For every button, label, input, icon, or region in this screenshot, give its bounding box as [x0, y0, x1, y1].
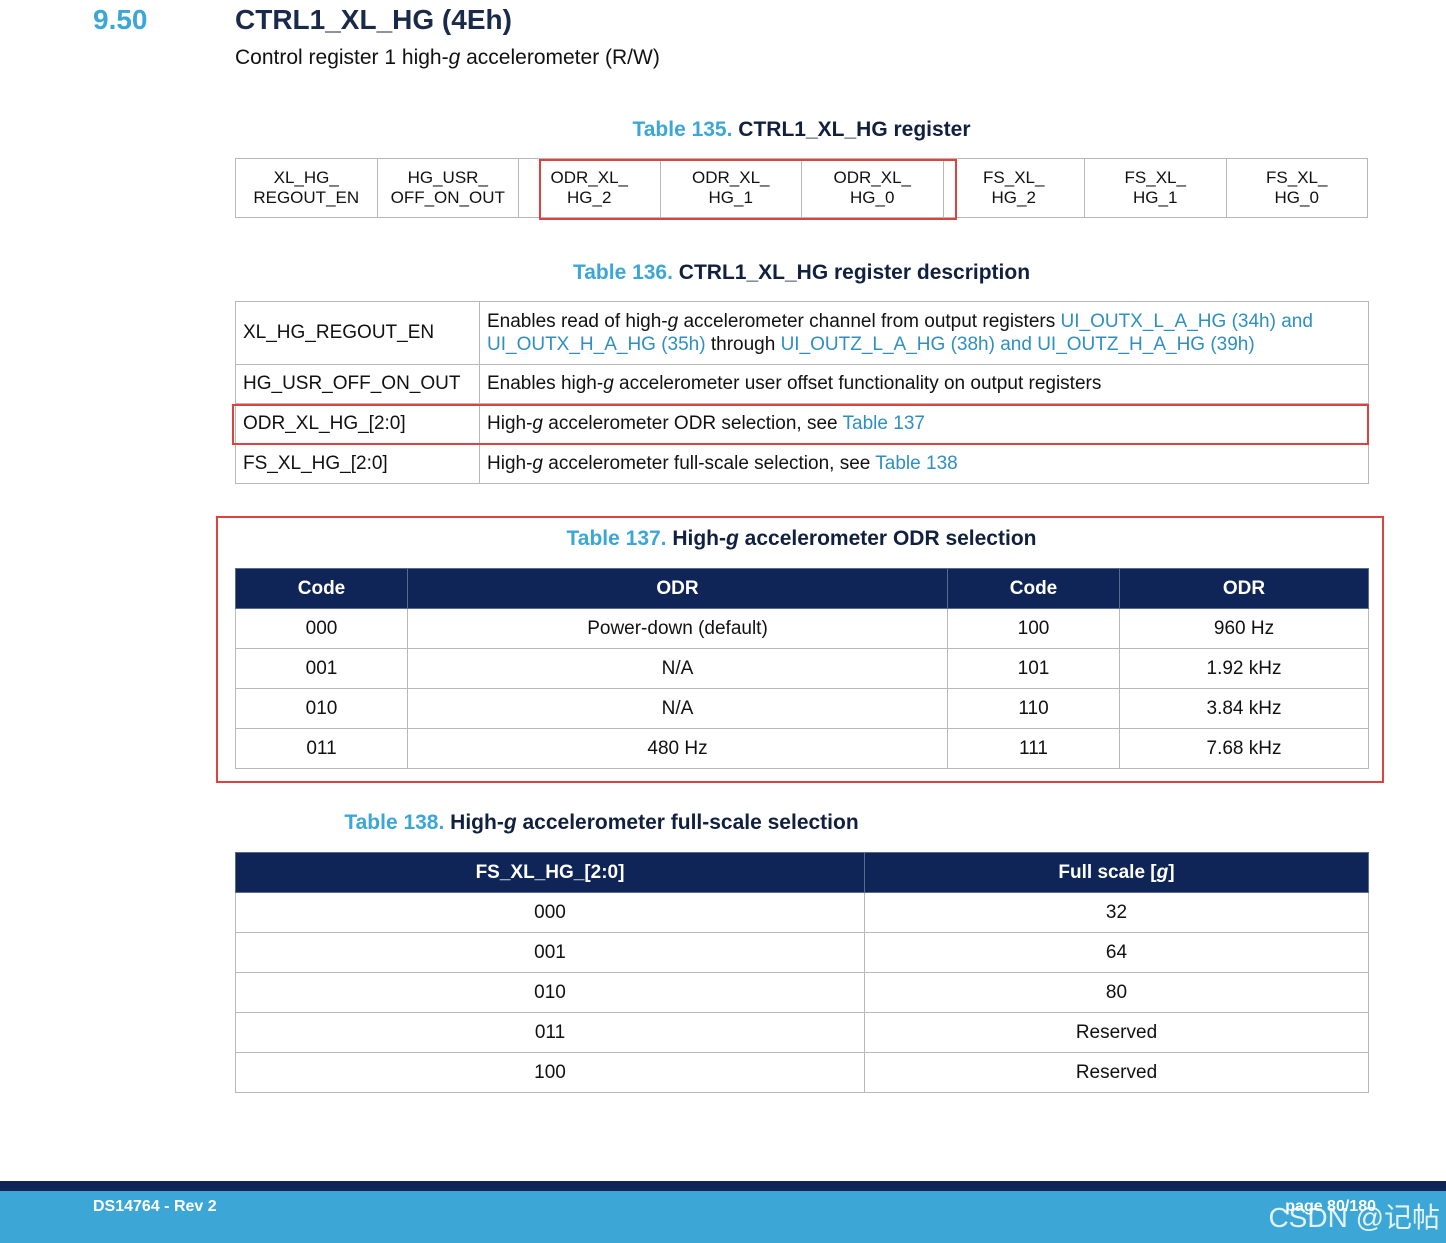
field-name-cell: HG_USR_OFF_ON_OUT: [235, 364, 480, 404]
table-cell: 1.92 kHz: [1119, 648, 1369, 689]
field-name-cell: FS_XL_HG_[2:0]: [235, 443, 480, 484]
table-row: 001 64: [235, 932, 1369, 973]
field-name-cell: XL_HG_REGOUT_EN: [235, 301, 480, 365]
register-bit-cell: FS_XL_ HG_0: [1225, 158, 1368, 218]
column-header: ODR: [407, 568, 948, 609]
table-cell: 011: [235, 728, 408, 769]
subtitle-text-end: accelerometer (R/W): [460, 46, 660, 69]
section-title: CTRL1_XL_HG (4Eh): [235, 4, 512, 35]
column-header: Full scale [g]: [864, 852, 1369, 893]
register-bit-cell: FS_XL_ HG_2: [942, 158, 1085, 218]
table137-number: Table 137.: [566, 527, 667, 550]
table-row: 000 32: [235, 892, 1369, 933]
table-cell: 101: [947, 648, 1120, 689]
table-row: ODR_XL_HG_[2:0] High-g accelerometer ODR…: [235, 403, 1369, 444]
table-row: FS_XL_HG_[2:0] High-g accelerometer full…: [235, 443, 1369, 484]
column-header: Code: [235, 568, 408, 609]
table-row: 010 N/A 110 3.84 kHz: [235, 688, 1369, 729]
column-header: FS_XL_HG_[2:0]: [235, 852, 865, 893]
table-cell: 960 Hz: [1119, 608, 1369, 649]
table-cell: N/A: [407, 648, 948, 689]
link-outz-registers[interactable]: UI_OUTZ_L_A_HG (38h) and UI_OUTZ_H_A_HG …: [781, 334, 1255, 355]
table-row: 000 Power-down (default) 100 960 Hz: [235, 608, 1369, 649]
table-cell: 7.68 kHz: [1119, 728, 1369, 769]
table-row: XL_HG_ REGOUT_EN HG_USR_ OFF_ON_OUT ODR_XL…: [235, 158, 1368, 218]
table-row: 011 480 Hz 111 7.68 kHz: [235, 728, 1369, 769]
table-cell: 000: [235, 892, 865, 933]
table-row: 010 80: [235, 972, 1369, 1013]
field-desc-cell: Enables high-g accelerometer user offset…: [479, 364, 1369, 404]
table-cell: 011: [235, 1012, 865, 1053]
table-row: 001 N/A 101 1.92 kHz: [235, 648, 1369, 689]
table136-description: XL_HG_REGOUT_EN Enables read of high-g a…: [235, 301, 1369, 484]
table-header-row: Code ODR Code ODR: [235, 568, 1369, 609]
table136-caption: Table 136. CTRL1_XL_HG register descript…: [235, 261, 1368, 285]
table135-caption: Table 135. CTRL1_XL_HG register: [235, 118, 1368, 142]
table-row: 100 Reserved: [235, 1052, 1369, 1093]
field-desc-cell: Enables read of high-g accelerometer cha…: [479, 301, 1369, 365]
table135-register: XL_HG_ REGOUT_EN HG_USR_ OFF_ON_OUT ODR_XL…: [235, 158, 1368, 218]
table137-caption: Table 137. High-g accelerometer ODR sele…: [566, 527, 1037, 550]
table-cell: Reserved: [864, 1052, 1369, 1093]
table-row: XL_HG_REGOUT_EN Enables read of high-g a…: [235, 301, 1369, 365]
column-header: Code: [947, 568, 1120, 609]
table-cell: 000: [235, 608, 408, 649]
register-bit-cell: ODR_XL_ HG_0: [801, 158, 944, 218]
subtitle-g: g: [448, 46, 461, 69]
table-cell: 001: [235, 648, 408, 689]
register-bit-cell: ODR_XL_ HG_1: [659, 158, 802, 218]
register-bit-cell: HG_USR_ OFF_ON_OUT: [376, 158, 519, 218]
table-row: HG_USR_OFF_ON_OUT Enables high-g acceler…: [235, 364, 1369, 404]
table137-odr: Code ODR Code ODR 000 Power-down (defaul…: [235, 568, 1369, 769]
subtitle-text: Control register 1 high-: [235, 46, 449, 69]
table-cell: 010: [235, 688, 408, 729]
table-cell: N/A: [407, 688, 948, 729]
table-cell: 001: [235, 932, 865, 973]
table136-title: CTRL1_XL_HG register description: [678, 261, 1031, 284]
table-cell: 32: [864, 892, 1369, 933]
doc-revision: DS14764 - Rev 2: [93, 1198, 217, 1215]
link-table-138[interactable]: Table 138: [875, 453, 957, 474]
section-number: 9.50: [93, 4, 148, 35]
table-row: 011 Reserved: [235, 1012, 1369, 1053]
table135-number: Table 135.: [632, 118, 733, 141]
table-cell: 100: [947, 608, 1120, 649]
table138-caption: Table 138. High-g accelerometer full-sca…: [344, 811, 859, 834]
table-cell: 100: [235, 1052, 865, 1093]
table135-title: CTRL1_XL_HG register: [738, 118, 971, 141]
watermark: CSDN @记帖: [1268, 1202, 1440, 1233]
column-header: ODR: [1119, 568, 1369, 609]
table-cell: Reserved: [864, 1012, 1369, 1053]
field-name-cell: ODR_XL_HG_[2:0]: [235, 403, 480, 444]
table-cell: 80: [864, 972, 1369, 1013]
table-header-row: FS_XL_HG_[2:0] Full scale [g]: [235, 852, 1369, 893]
table-cell: 3.84 kHz: [1119, 688, 1369, 729]
table-cell: 480 Hz: [407, 728, 948, 769]
table-cell: 64: [864, 932, 1369, 973]
section-subtitle: Control register 1 high-g accelerometer …: [235, 46, 660, 70]
register-bit-cell: ODR_XL_ HG_2: [518, 158, 661, 218]
register-bit-cell: XL_HG_ REGOUT_EN: [235, 158, 378, 218]
table136-number: Table 136.: [572, 261, 673, 284]
table-cell: 110: [947, 688, 1120, 729]
register-bit-cell: FS_XL_ HG_1: [1084, 158, 1227, 218]
field-desc-cell: High-g accelerometer full-scale selectio…: [479, 443, 1369, 484]
link-table-137[interactable]: Table 137: [843, 413, 925, 434]
table-cell: Power-down (default): [407, 608, 948, 649]
table138-number: Table 138.: [344, 811, 445, 834]
table-cell: 111: [947, 728, 1120, 769]
table-cell: 010: [235, 972, 865, 1013]
table138-fullscale: FS_XL_HG_[2:0] Full scale [g] 000 32 001…: [235, 852, 1369, 1093]
field-desc-cell: High-g accelerometer ODR selection, see …: [479, 403, 1369, 444]
